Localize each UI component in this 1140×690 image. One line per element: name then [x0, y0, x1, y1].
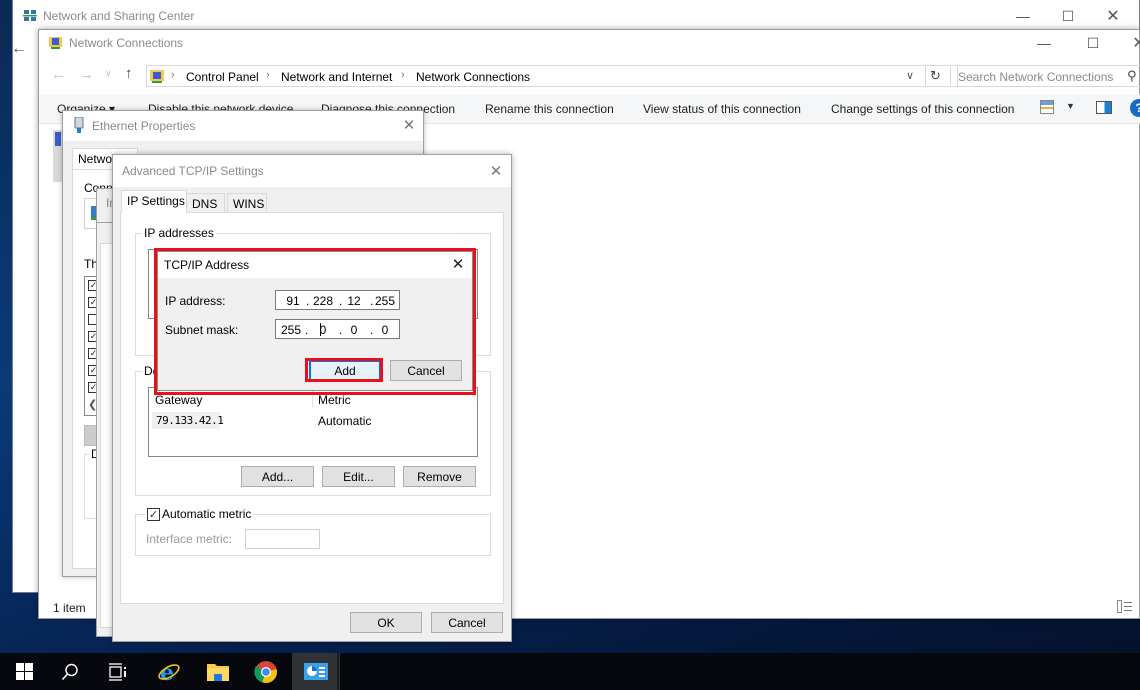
chrome-icon	[254, 660, 277, 683]
close-button[interactable]: ✕	[486, 161, 506, 181]
recent-locations-chevron-icon[interactable]: ∨	[105, 68, 112, 79]
close-button[interactable]: ✕	[1103, 6, 1123, 26]
close-button[interactable]: ✕	[1129, 33, 1140, 53]
search-icon	[61, 663, 78, 680]
edit-gateway-button[interactable]: Edit...	[322, 466, 395, 487]
chrome-button[interactable]	[242, 653, 290, 690]
internet-explorer-button[interactable]: e	[145, 653, 193, 690]
refresh-icon[interactable]: ↻	[930, 68, 941, 84]
windows-logo-icon	[15, 663, 33, 680]
minimize-button[interactable]: —	[1034, 33, 1054, 53]
interface-metric-input[interactable]	[245, 529, 320, 549]
ok-button[interactable]: OK	[350, 612, 422, 633]
search-button[interactable]	[46, 653, 94, 690]
back-arrow-icon[interactable]: ←	[11, 40, 27, 58]
dialog-title: TCP/IP Address	[164, 258, 250, 272]
interface-metric-label: Interface metric:	[146, 532, 233, 546]
cancel-button[interactable]: Cancel	[431, 612, 503, 633]
view-dropdown-icon[interactable]: ▼	[1066, 101, 1075, 111]
text-cursor	[320, 323, 321, 336]
subnet-mask-input[interactable]: 255 . 0 . 0 . 0	[275, 319, 400, 339]
breadcrumb-control-panel[interactable]: Control Panel	[186, 70, 259, 84]
change-settings-command[interactable]: Change settings of this connection	[831, 102, 1014, 116]
search-box[interactable]: Search Network Connections ⚲	[950, 65, 1140, 87]
start-button[interactable]	[0, 653, 48, 690]
rename-command[interactable]: Rename this connection	[485, 102, 614, 116]
gateway-row[interactable]: 79.133.42.1	[152, 412, 224, 429]
breadcrumb-network-connections[interactable]: Network Connections	[416, 70, 530, 84]
gateway-value: 79.133.42.1	[156, 414, 224, 427]
status-item-count: 1 item	[53, 601, 86, 615]
preview-pane-icon[interactable]	[1096, 101, 1112, 114]
breadcrumb-separator-icon: ›	[401, 69, 405, 81]
column-header-metric[interactable]: Metric	[318, 393, 351, 407]
internet-explorer-icon: e	[158, 660, 180, 684]
maximize-button[interactable]: ☐	[1083, 33, 1103, 53]
dialog-title: Advanced TCP/IP Settings	[122, 164, 264, 178]
ip-address-input[interactable]: 91 . 228 . 12 . 255	[275, 290, 400, 310]
search-icon[interactable]: ⚲	[1127, 68, 1137, 84]
subnet-mask-label: Subnet mask:	[165, 323, 239, 337]
task-view-button[interactable]	[94, 653, 142, 690]
tab-ip-settings[interactable]: IP Settings	[121, 190, 187, 213]
search-input[interactable]: Search Network Connections	[958, 70, 1113, 84]
window-title: Network and Sharing Center	[43, 9, 195, 23]
address-bar[interactable]: › Control Panel › Network and Internet ›…	[146, 65, 958, 87]
network-icon	[23, 10, 37, 21]
metric-group: ✓ Automatic metric Interface metric:	[135, 507, 491, 556]
address-dropdown-icon[interactable]: ∨	[906, 69, 914, 82]
metric-value: Automatic	[318, 414, 372, 428]
up-button[interactable]: ↑	[125, 65, 133, 82]
breadcrumb-network-and-internet[interactable]: Network and Internet	[281, 70, 392, 84]
remove-gateway-button[interactable]: Remove	[403, 466, 476, 487]
ethernet-adapter-icon	[74, 117, 84, 133]
automatic-metric-checkbox[interactable]: ✓	[147, 507, 160, 521]
maximize-button[interactable]: ☐	[1058, 6, 1078, 26]
control-panel-button[interactable]	[292, 653, 340, 690]
breadcrumb-separator-icon: ›	[266, 69, 270, 81]
dialog-title: Ethernet Properties	[92, 119, 196, 133]
advanced-tcpip-dialog: Advanced TCP/IP Settings ✕ IP Settings D…	[112, 154, 512, 642]
close-button[interactable]: ✕	[399, 115, 419, 135]
file-explorer-button[interactable]	[194, 653, 242, 690]
close-button[interactable]: ✕	[448, 254, 468, 274]
control-panel-icon	[150, 70, 164, 83]
help-icon[interactable]: ?	[1130, 99, 1140, 117]
divider	[925, 65, 926, 87]
tab-dns[interactable]: DNS	[186, 193, 225, 214]
window-title: Network Connections	[69, 36, 184, 50]
change-view-icon[interactable]	[1040, 100, 1054, 114]
control-panel-icon	[304, 662, 328, 680]
column-header-gateway[interactable]: Gateway	[155, 393, 202, 407]
minimize-button[interactable]: —	[1013, 6, 1033, 26]
taskbar: e	[0, 653, 1140, 690]
forward-button[interactable]: →	[79, 66, 94, 83]
add-button[interactable]: Add	[309, 360, 381, 381]
automatic-metric-label: Automatic metric	[162, 507, 252, 521]
cancel-button[interactable]: Cancel	[390, 360, 462, 381]
view-status-command[interactable]: View status of this connection	[643, 102, 801, 116]
breadcrumb-separator-icon: ›	[171, 69, 175, 81]
add-gateway-button[interactable]: Add...	[241, 466, 314, 487]
file-explorer-icon	[207, 663, 229, 681]
tab-wins[interactable]: WINS	[227, 193, 267, 214]
details-view-icon[interactable]	[1117, 600, 1133, 614]
gateways-list[interactable]: Gateway Metric 79.133.42.1 Automatic	[148, 387, 478, 457]
ip-address-label: IP address:	[165, 294, 226, 308]
network-folder-icon	[49, 37, 62, 49]
back-button[interactable]: ←	[51, 66, 66, 83]
task-view-icon	[109, 662, 126, 681]
tcpip-address-dialog: TCP/IP Address ✕ IP address: 91 . 228 . …	[157, 251, 473, 391]
